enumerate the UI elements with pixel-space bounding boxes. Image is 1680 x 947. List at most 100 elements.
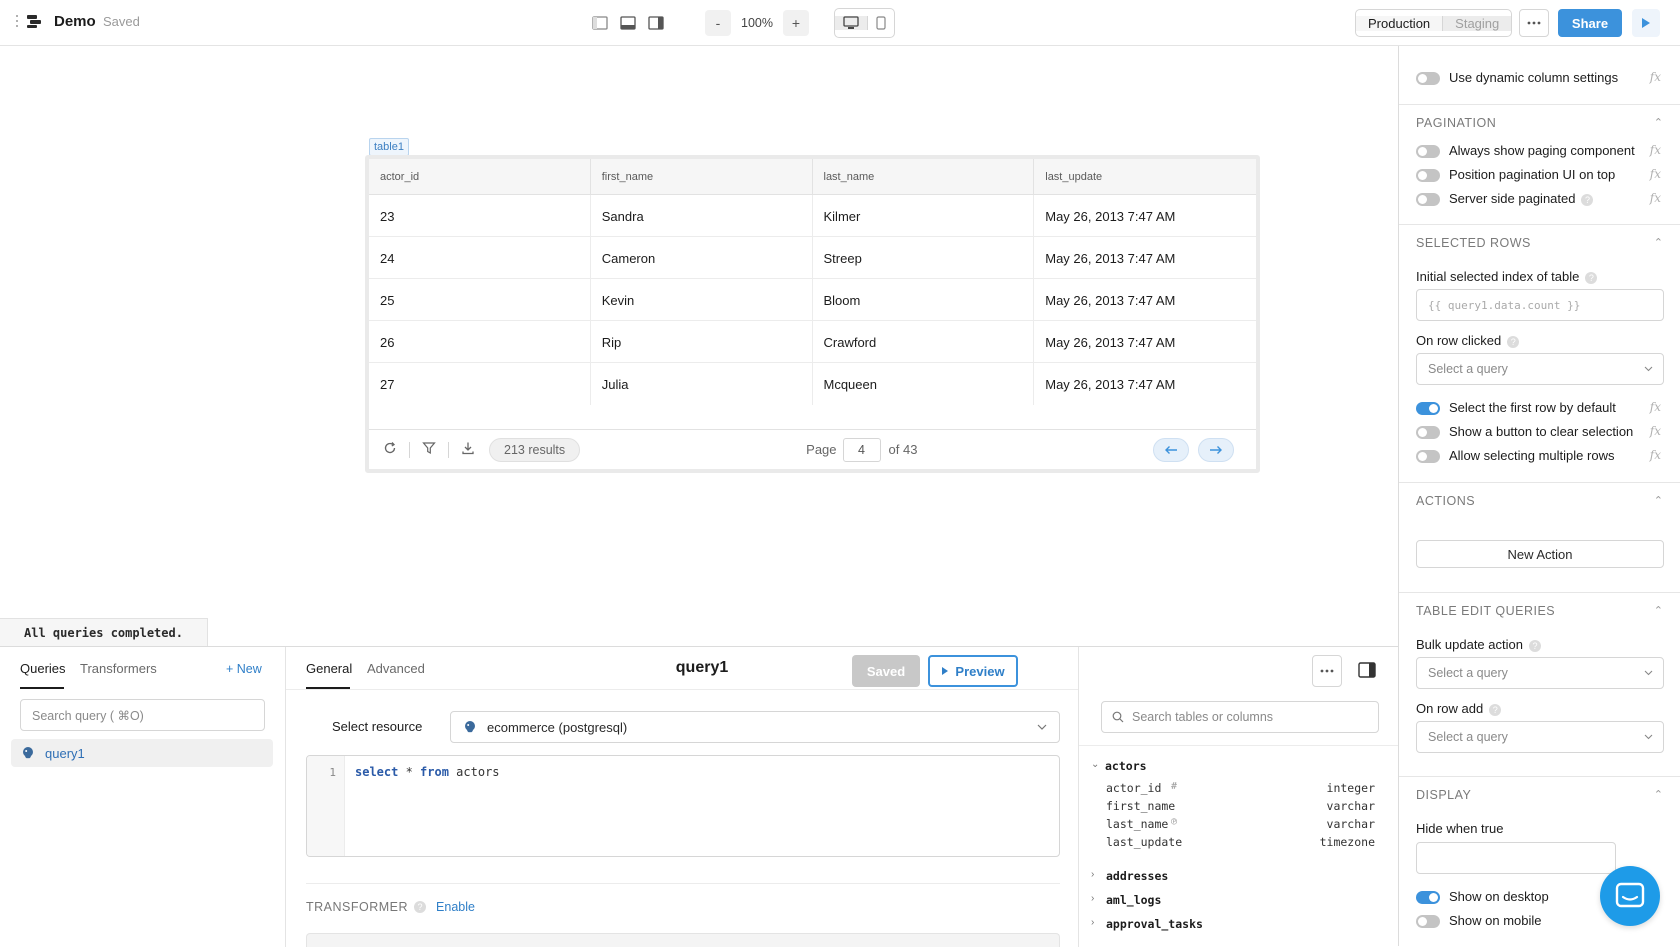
table-row[interactable]: 24 Cameron Streep May 26, 2013 7:47 AM bbox=[369, 237, 1256, 279]
app-title[interactable]: Demo bbox=[54, 13, 96, 30]
table-row[interactable]: 26 Rip Crawford May 26, 2013 7:47 AM bbox=[369, 321, 1256, 363]
table-row[interactable]: 25 Kevin Bloom May 26, 2013 7:47 AM bbox=[369, 279, 1256, 321]
zoom-level: 100% bbox=[741, 16, 773, 30]
bottom-panel-toggle-icon[interactable] bbox=[616, 11, 640, 35]
table-cell: May 26, 2013 7:47 AM bbox=[1045, 250, 1176, 266]
fx-icon[interactable]: fx bbox=[1650, 143, 1661, 157]
refresh-icon[interactable] bbox=[383, 441, 397, 458]
dynamic-columns-toggle[interactable] bbox=[1416, 72, 1440, 85]
table-header: actor_id first_name last_name last_updat… bbox=[369, 159, 1256, 195]
left-panel-toggle-icon[interactable] bbox=[588, 11, 612, 35]
show-mobile-toggle[interactable] bbox=[1416, 915, 1440, 928]
fx-icon[interactable]: fx bbox=[1650, 448, 1661, 462]
desktop-view-button[interactable] bbox=[835, 16, 867, 30]
table-cell: May 26, 2013 7:47 AM bbox=[1045, 208, 1176, 224]
filter-icon[interactable] bbox=[422, 441, 436, 458]
arrow-right-icon bbox=[1210, 445, 1223, 454]
device-toggle bbox=[834, 8, 895, 38]
initial-index-input[interactable]: {{ query1.data.count }} bbox=[1416, 289, 1664, 321]
table-row[interactable]: 27 Julia Mcqueen May 26, 2013 7:47 AM bbox=[369, 363, 1256, 405]
chevron-up-icon[interactable]: ⌃ bbox=[1654, 116, 1663, 129]
table-cell: Kilmer bbox=[813, 195, 1035, 237]
query-item-label: query1 bbox=[45, 745, 85, 761]
select-first-row-toggle[interactable] bbox=[1416, 402, 1440, 415]
drag-handle-icon[interactable] bbox=[14, 12, 20, 30]
zoom-out-button[interactable]: - bbox=[705, 10, 731, 36]
chevron-up-icon[interactable]: ⌃ bbox=[1654, 494, 1663, 507]
section-title-actions[interactable]: ACTIONS bbox=[1416, 494, 1475, 508]
toggle-label: Allow selecting multiple rows bbox=[1449, 448, 1615, 463]
section-title-selected-rows[interactable]: SELECTED ROWS bbox=[1416, 236, 1531, 250]
more-icon bbox=[1527, 21, 1541, 25]
section-title-table-edit[interactable]: TABLE EDIT QUERIES bbox=[1416, 604, 1555, 618]
right-panel-toggle-icon[interactable] bbox=[644, 11, 668, 35]
more-options-button[interactable] bbox=[1519, 9, 1549, 37]
chevron-up-icon[interactable]: ⌃ bbox=[1654, 788, 1663, 801]
app-logo-icon[interactable] bbox=[25, 12, 43, 30]
sql-code-editor[interactable]: 1 select * from actors bbox=[306, 755, 1060, 857]
new-action-button[interactable]: New Action bbox=[1416, 540, 1664, 568]
tab-transformers[interactable]: Transformers bbox=[80, 661, 157, 676]
fx-icon[interactable]: fx bbox=[1650, 400, 1661, 414]
field-label: Initial selected index of table? bbox=[1416, 269, 1598, 284]
hide-when-true-input[interactable] bbox=[1416, 842, 1616, 874]
prev-page-button[interactable] bbox=[1153, 437, 1190, 462]
on-row-add-select[interactable]: Select a query bbox=[1416, 721, 1664, 753]
resource-select[interactable]: ecommerce (postgresql) bbox=[450, 711, 1060, 743]
zoom-in-button[interactable]: + bbox=[783, 10, 809, 36]
page-input[interactable]: 4 bbox=[842, 437, 881, 462]
fx-icon[interactable]: fx bbox=[1650, 191, 1661, 205]
schema-search-placeholder: Search tables or columns bbox=[1132, 710, 1274, 724]
env-staging[interactable]: Staging bbox=[1442, 15, 1512, 31]
chevron-up-icon[interactable]: ⌃ bbox=[1654, 604, 1663, 617]
query-list-item[interactable]: query1 bbox=[11, 739, 273, 767]
chevron-up-icon[interactable]: ⌃ bbox=[1654, 236, 1663, 249]
section-title-display[interactable]: DISPLAY bbox=[1416, 788, 1471, 802]
code-keyword: select bbox=[355, 765, 399, 779]
save-query-button[interactable]: Saved bbox=[852, 655, 920, 687]
schema-search-input[interactable]: Search tables or columns bbox=[1101, 701, 1379, 733]
pagination-top-toggle[interactable] bbox=[1416, 169, 1440, 182]
show-desktop-toggle[interactable] bbox=[1416, 891, 1440, 904]
table-cell: 24 bbox=[369, 237, 591, 279]
table-row[interactable]: 23 Sandra Kilmer May 26, 2013 7:47 AM bbox=[369, 195, 1256, 237]
column-header[interactable]: last_name bbox=[813, 159, 1035, 195]
server-paginated-toggle[interactable] bbox=[1416, 193, 1440, 206]
preview-label: Preview bbox=[955, 663, 1005, 679]
column-header[interactable]: last_update bbox=[1034, 159, 1256, 195]
table-component[interactable]: actor_id first_name last_name last_updat… bbox=[365, 155, 1260, 473]
support-chat-button[interactable] bbox=[1600, 866, 1660, 926]
share-button[interactable]: Share bbox=[1558, 9, 1622, 37]
column-header[interactable]: actor_id bbox=[369, 159, 591, 195]
query-search-input[interactable]: Search query ( ⌘O) bbox=[20, 699, 265, 731]
transformer-enable-link[interactable]: Enable bbox=[436, 900, 475, 914]
field-label: Hide when true bbox=[1416, 821, 1504, 836]
preview-app-button[interactable] bbox=[1632, 9, 1660, 37]
on-row-clicked-select[interactable]: Select a query bbox=[1416, 353, 1664, 385]
clear-selection-toggle[interactable] bbox=[1416, 426, 1440, 439]
new-query-button[interactable]: + New bbox=[226, 662, 262, 676]
table-footer: 213 results Page 4 of 43 bbox=[369, 429, 1256, 469]
help-icon: ? bbox=[1528, 639, 1541, 652]
code-text: actors bbox=[448, 765, 500, 779]
env-production[interactable]: Production bbox=[1356, 15, 1443, 31]
next-page-button[interactable] bbox=[1198, 437, 1235, 462]
fx-icon[interactable]: fx bbox=[1650, 424, 1661, 438]
always-show-paging-toggle[interactable] bbox=[1416, 145, 1440, 158]
table-cell: Mcqueen bbox=[813, 363, 1035, 405]
fx-icon[interactable]: fx bbox=[1650, 167, 1661, 181]
help-icon: ? bbox=[1489, 703, 1502, 716]
tab-queries[interactable]: Queries bbox=[20, 661, 66, 676]
sql-code[interactable]: select * from actors bbox=[355, 765, 500, 779]
component-tag[interactable]: table1 bbox=[369, 138, 409, 156]
toggle-label: Show on desktop bbox=[1449, 889, 1549, 904]
section-title-pagination[interactable]: PAGINATION bbox=[1416, 116, 1496, 130]
multi-select-toggle[interactable] bbox=[1416, 450, 1440, 463]
column-header[interactable]: first_name bbox=[591, 159, 813, 195]
fx-icon[interactable]: fx bbox=[1650, 70, 1661, 84]
resource-value: ecommerce (postgresql) bbox=[487, 719, 628, 735]
download-icon[interactable] bbox=[461, 441, 475, 458]
preview-query-button[interactable]: Preview bbox=[928, 655, 1018, 687]
bulk-update-select[interactable]: Select a query bbox=[1416, 657, 1664, 689]
mobile-view-button[interactable] bbox=[867, 16, 894, 30]
